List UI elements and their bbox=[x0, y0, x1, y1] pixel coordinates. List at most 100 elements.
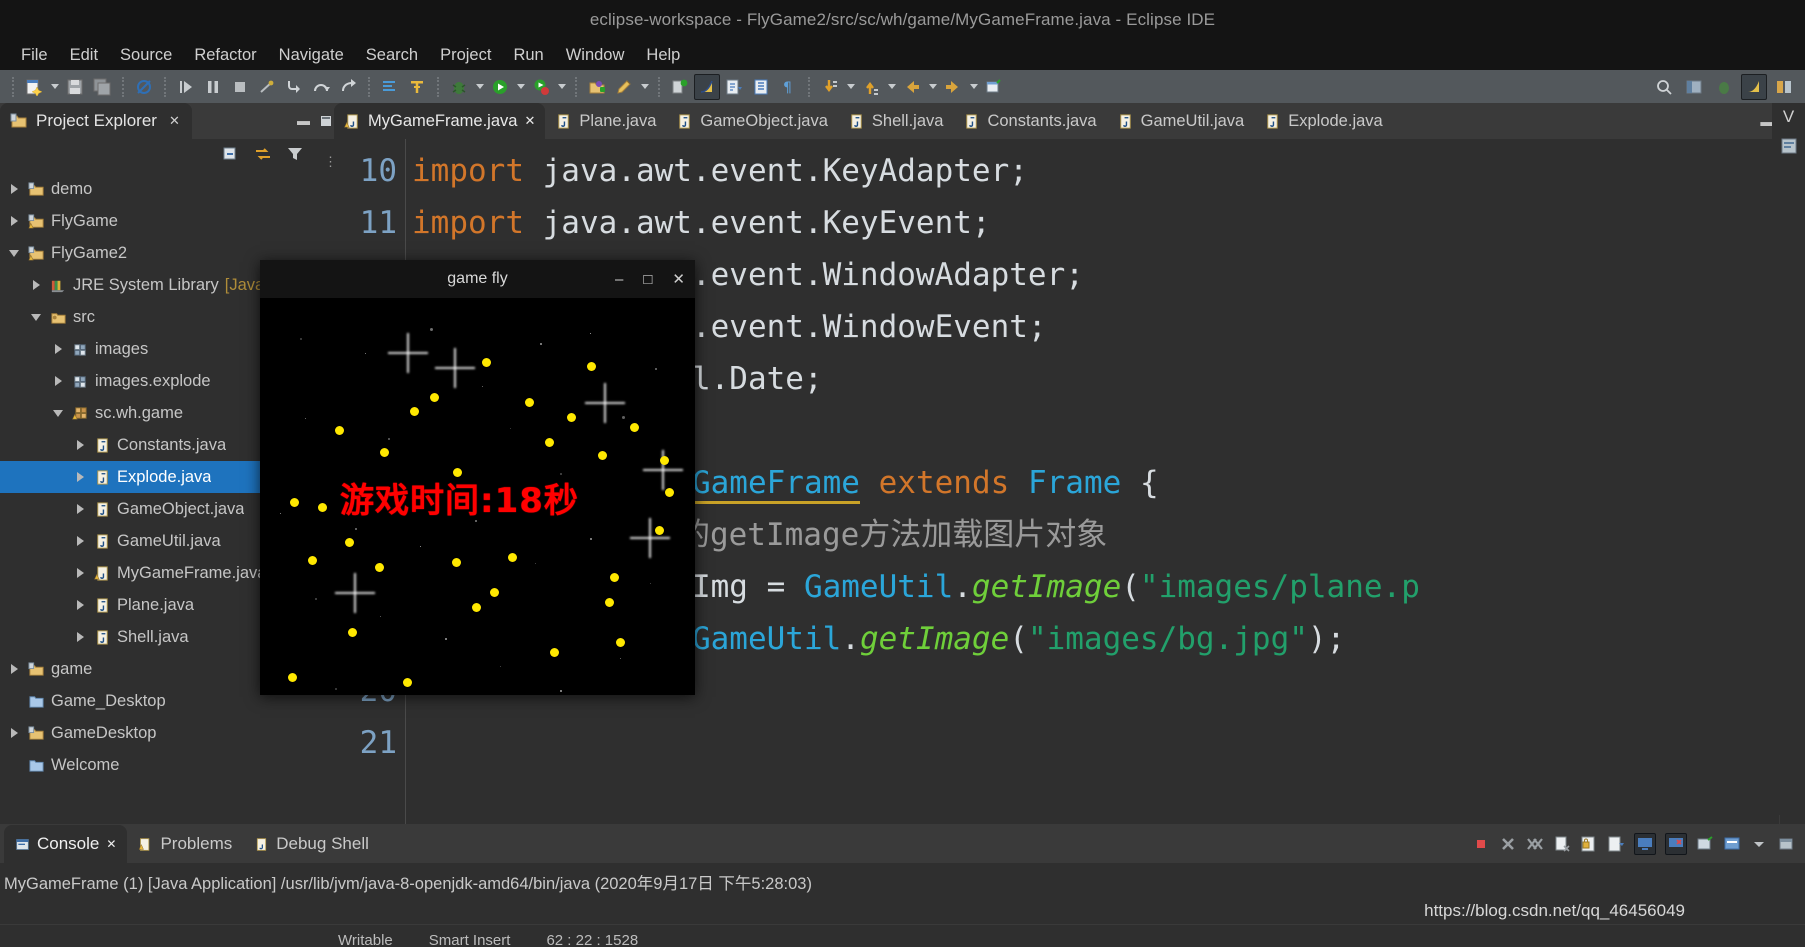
menu-item-help[interactable]: Help bbox=[635, 44, 691, 67]
console-tab-debug-shell[interactable]: Debug Shell bbox=[243, 825, 380, 863]
new-class-icon[interactable] bbox=[611, 74, 637, 100]
previous-annotation-icon[interactable] bbox=[858, 74, 884, 100]
next-annotation-dropdown-icon[interactable] bbox=[844, 74, 857, 100]
right-strip-label[interactable]: V bbox=[1783, 107, 1794, 127]
menu-item-edit[interactable]: Edit bbox=[59, 44, 109, 67]
minimize-icon[interactable]: – bbox=[615, 271, 623, 288]
coverage-icon[interactable] bbox=[528, 74, 554, 100]
chevron-right-icon[interactable] bbox=[50, 373, 66, 389]
save-icon[interactable] bbox=[62, 74, 88, 100]
editor-tab-explode-java[interactable]: Explode.java bbox=[1254, 103, 1392, 139]
next-annotation-icon[interactable] bbox=[817, 74, 843, 100]
new-class-dropdown-icon[interactable] bbox=[638, 74, 651, 100]
close-icon[interactable]: ✕ bbox=[524, 113, 535, 129]
editor-view-menu-icon[interactable] bbox=[318, 103, 334, 139]
perspective-more-icon[interactable] bbox=[1771, 74, 1797, 100]
editor-tab-plane-java[interactable]: Plane.java bbox=[545, 103, 666, 139]
tree-item-gamedesktop[interactable]: GameDesktop bbox=[0, 717, 318, 749]
step-over-icon[interactable] bbox=[308, 74, 334, 100]
open-element-icon[interactable] bbox=[667, 74, 693, 100]
new-console-view-icon[interactable] bbox=[1723, 835, 1741, 853]
outline-icon[interactable] bbox=[1780, 137, 1798, 155]
menu-item-run[interactable]: Run bbox=[502, 44, 554, 67]
coverage-dropdown-icon[interactable] bbox=[555, 74, 568, 100]
tree-item-welcome[interactable]: Welcome bbox=[0, 749, 318, 781]
chevron-right-icon[interactable] bbox=[6, 213, 22, 229]
editor-tab-gameobject-java[interactable]: GameObject.java bbox=[666, 103, 837, 139]
search-icon[interactable] bbox=[1651, 74, 1677, 100]
chevron-right-icon[interactable] bbox=[6, 661, 22, 677]
collapse-all-icon[interactable] bbox=[222, 145, 240, 163]
tree-item-demo[interactable]: demo bbox=[0, 173, 318, 205]
tree-item-flygame[interactable]: FlyGame bbox=[0, 205, 318, 237]
step-return-icon[interactable] bbox=[335, 74, 361, 100]
run-icon[interactable] bbox=[487, 74, 513, 100]
chevron-right-icon[interactable] bbox=[6, 181, 22, 197]
chevron-right-icon[interactable] bbox=[6, 725, 22, 741]
chevron-right-icon[interactable] bbox=[72, 501, 88, 517]
menu-item-source[interactable]: Source bbox=[109, 44, 183, 67]
perspective-java-active-icon[interactable] bbox=[1741, 74, 1767, 100]
pilcrow-icon[interactable]: ¶ bbox=[775, 74, 801, 100]
step-into-icon[interactable] bbox=[281, 74, 307, 100]
game-canvas[interactable]: 游戏时间:18秒 bbox=[260, 298, 695, 695]
editor-tab-gameutil-java[interactable]: GameUtil.java bbox=[1107, 103, 1255, 139]
chevron-down-icon[interactable] bbox=[28, 309, 44, 325]
debug-icon[interactable] bbox=[446, 74, 472, 100]
open-type-icon[interactable] bbox=[377, 74, 403, 100]
new-wizard-dropdown-icon[interactable] bbox=[48, 74, 61, 100]
book-icon[interactable] bbox=[748, 74, 774, 100]
close-icon[interactable]: ✕ bbox=[169, 113, 180, 129]
new-window-icon[interactable] bbox=[981, 74, 1007, 100]
new-wizard-icon[interactable] bbox=[21, 74, 47, 100]
terminate-icon[interactable] bbox=[1472, 835, 1490, 853]
toggle-breakpoint-icon[interactable] bbox=[131, 74, 157, 100]
menu-item-file[interactable]: File bbox=[10, 44, 59, 67]
link-with-editor-icon[interactable] bbox=[254, 145, 272, 163]
suspend-icon[interactable] bbox=[200, 74, 226, 100]
view-menu-filter-icon[interactable] bbox=[286, 145, 304, 163]
open-task-icon[interactable] bbox=[404, 74, 430, 100]
chevron-down-icon[interactable] bbox=[6, 245, 22, 261]
lock-scroll-icon[interactable] bbox=[1580, 835, 1598, 853]
game-window-titlebar[interactable]: game fly – □ ✕ bbox=[260, 260, 695, 298]
terminate-icon[interactable] bbox=[227, 74, 253, 100]
chevron-down-icon[interactable] bbox=[1750, 835, 1768, 853]
remove-launch-icon[interactable] bbox=[1499, 835, 1517, 853]
editor-tab-constants-java[interactable]: Constants.java bbox=[953, 103, 1106, 139]
chevron-down-icon[interactable] bbox=[50, 405, 66, 421]
console-tab-console[interactable]: Console✕ bbox=[4, 825, 127, 863]
debug-dropdown-icon[interactable] bbox=[473, 74, 486, 100]
minimize-icon[interactable]: ▬ bbox=[297, 113, 310, 128]
console-output[interactable]: MyGameFrame (1) [Java Application] /usr/… bbox=[0, 863, 1805, 894]
console-tab-problems[interactable]: Problems bbox=[127, 825, 243, 863]
forward-dropdown-icon[interactable] bbox=[967, 74, 980, 100]
project-explorer-tab[interactable]: Project Explorer ✕ bbox=[0, 103, 192, 139]
resume-icon[interactable] bbox=[173, 74, 199, 100]
remove-all-launches-icon[interactable] bbox=[1526, 835, 1544, 853]
previous-annotation-dropdown-icon[interactable] bbox=[885, 74, 898, 100]
menu-item-refactor[interactable]: Refactor bbox=[183, 44, 267, 67]
game-fly-window[interactable]: game fly – □ ✕ 游戏时间:18秒 bbox=[260, 260, 695, 695]
chevron-right-icon[interactable] bbox=[72, 437, 88, 453]
code-line[interactable]: import java.awt.event.KeyAdapter; bbox=[412, 145, 1779, 197]
java-perspective-icon[interactable] bbox=[694, 74, 720, 100]
minimize-icon[interactable] bbox=[1777, 835, 1795, 853]
menu-item-window[interactable]: Window bbox=[555, 44, 636, 67]
menu-item-navigate[interactable]: Navigate bbox=[268, 44, 355, 67]
chevron-right-icon[interactable] bbox=[72, 533, 88, 549]
forward-icon[interactable] bbox=[940, 74, 966, 100]
chevron-right-icon[interactable] bbox=[72, 565, 88, 581]
perspective-debug-icon[interactable] bbox=[1711, 74, 1737, 100]
back-icon[interactable] bbox=[899, 74, 925, 100]
chevron-right-icon[interactable] bbox=[28, 277, 44, 293]
run-dropdown-icon[interactable] bbox=[514, 74, 527, 100]
display-selected-console-icon[interactable] bbox=[1665, 833, 1687, 855]
chevron-right-icon[interactable] bbox=[72, 629, 88, 645]
chevron-right-icon[interactable] bbox=[72, 597, 88, 613]
show-whitespace-icon[interactable] bbox=[721, 74, 747, 100]
perspective-java-ee-icon[interactable] bbox=[1681, 74, 1707, 100]
maximize-icon[interactable]: □ bbox=[643, 271, 652, 288]
editor-tab-shell-java[interactable]: Shell.java bbox=[838, 103, 954, 139]
code-line[interactable] bbox=[412, 717, 1779, 769]
